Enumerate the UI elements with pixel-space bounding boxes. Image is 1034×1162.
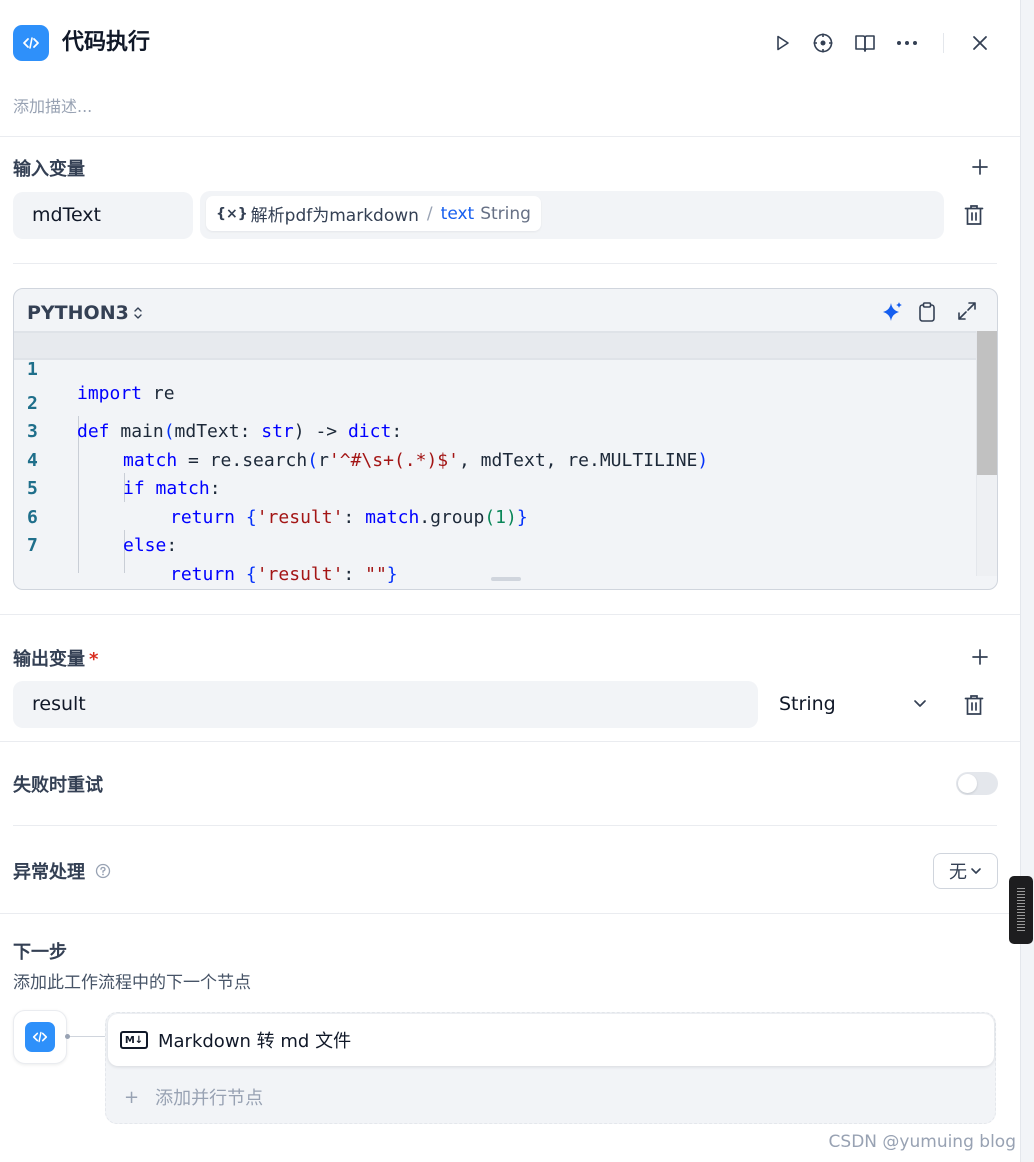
plus-icon [972,159,988,175]
code-line: 2 def main(mdText: str) -> dict: [14,361,976,443]
code-line: 3 match = re.search(r'^#\s+(.*)$', mdTex… [14,390,976,471]
run-button[interactable] [769,30,795,56]
locate-icon [813,33,833,53]
help-icon[interactable] [95,863,111,879]
node-connector [67,1036,105,1037]
add-output-button[interactable] [968,645,992,669]
panel-header: 代码执行 [0,0,1020,90]
output-type-value: String [779,693,836,715]
code-line: 7 return {'result': ""} [14,504,976,585]
editor-resize-handle[interactable] [491,577,521,581]
expand-icon [958,302,976,320]
divider [13,263,997,264]
close-icon [973,36,987,50]
play-icon [777,35,789,51]
delete-input-button[interactable] [962,203,986,227]
input-variable-reference-field[interactable]: {×} 解析pdf为markdown / text String [200,191,944,239]
plus-icon [972,649,988,665]
next-step-title: 下一步 [13,942,67,963]
add-parallel-label: 添加并行节点 [155,1088,264,1109]
header-divider [943,33,944,53]
line-source: else: [123,535,178,556]
variable-reference-chip[interactable]: {×} 解析pdf为markdown / text String [206,196,541,231]
code-icon [32,1031,48,1043]
code-node-icon [13,25,49,61]
toggle-knob [958,774,977,793]
variable-icon: {×} [216,205,248,222]
next-node-item[interactable]: M↓ Markdown 转 md 文件 [108,1014,994,1066]
book-icon [855,35,875,52]
ai-generate-button[interactable] [880,300,904,328]
divider [0,614,1020,615]
current-node-thumbnail [13,1010,67,1064]
error-handling-value: 无 [949,862,967,883]
language-selector[interactable]: PYTHON3 [27,302,143,324]
divider [0,913,1020,914]
divider [0,741,1020,742]
plus-icon: + [124,1086,140,1108]
error-handling-title: 异常处理 [13,858,111,884]
output-title-text: 输出变量 [13,649,85,670]
docs-button[interactable] [852,30,878,56]
code-line: 6 else: [14,475,976,557]
chevron-down-icon [914,700,926,707]
output-variable-name-field[interactable]: result [13,681,758,728]
trash-icon [964,695,984,715]
mini-code-icon [25,1022,55,1052]
required-mark: * [89,649,99,670]
error-handling-select[interactable]: 无 [933,853,998,889]
more-button[interactable] [894,30,920,56]
output-variables-title: 输出变量 * [13,645,98,671]
language-label: PYTHON3 [27,302,129,324]
locate-button[interactable] [810,30,836,56]
delete-output-button[interactable] [962,693,986,717]
expand-editor-button[interactable] [957,301,977,325]
retry-title: 失败时重试 [13,775,103,796]
reference-separator: / [426,203,433,224]
error-handling-text: 异常处理 [13,862,85,883]
input-variables-title: 输入变量 [13,159,85,180]
watermark: CSDN @yumuing blog [828,1132,1016,1152]
line-number: 7 [27,535,38,556]
node-panel: 代码执行 添加描述... 输入变量 mdText {×} 解析pdf为markd… [0,0,1021,1162]
reference-type: String [480,203,531,224]
copy-code-button[interactable] [917,301,937,327]
chevron-down-icon [971,868,981,874]
clipboard-icon [919,302,935,322]
sparkle-icon [883,302,902,321]
code-icon [23,37,39,49]
trash-icon [964,205,984,225]
code-line: 5 return {'result': match.group(1)} [14,447,976,528]
connector-handle [65,1034,70,1039]
code-content[interactable]: 1 import re 2 def main(mdText: str) -> d… [14,331,976,585]
close-button[interactable] [967,30,993,56]
next-step-subtitle: 添加此工作流程中的下一个节点 [13,973,251,993]
sort-chevron-icon [134,307,142,319]
add-parallel-node-button[interactable]: + 添加并行节点 [124,1084,263,1110]
code-line: 4 if match: [14,418,976,500]
add-input-button[interactable] [968,155,992,179]
scrollbar-thumb[interactable] [977,331,997,475]
grip-icon [1017,888,1025,932]
divider [13,825,997,826]
divider [0,136,1020,137]
code-editor[interactable]: PYTHON3 1 import re 2 def main(mdText: s… [13,288,998,590]
reference-variable: text [440,203,475,224]
reference-node-name: 解析pdf为markdown [250,206,419,226]
page-title: 代码执行 [62,30,151,55]
description-input[interactable]: 添加描述... [13,93,92,117]
retry-toggle[interactable] [956,772,998,795]
editor-scrollbar[interactable] [976,331,997,576]
input-variable-name-field[interactable]: mdText [13,192,193,239]
line-source: return {'result': ""} [170,563,398,585]
next-node-label: Markdown 转 md 文件 [158,1031,352,1052]
side-drag-handle[interactable] [1009,876,1033,944]
code-line: 1 import re [14,331,976,404]
markdown-icon: M↓ [120,1031,148,1049]
output-type-select[interactable]: String [768,681,938,728]
more-icon [897,41,917,45]
